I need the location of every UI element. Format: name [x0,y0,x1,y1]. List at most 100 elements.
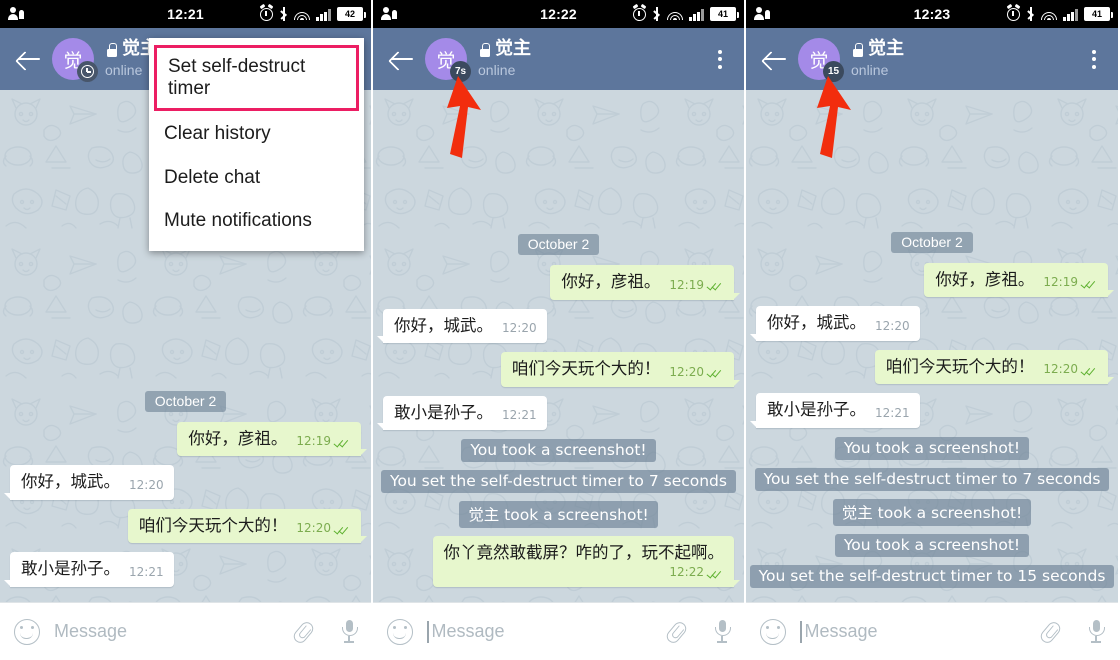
self-destruct-timer-badge[interactable] [77,61,98,82]
emoji-icon[interactable] [387,618,413,645]
message-input[interactable]: Message [427,620,664,643]
message-input[interactable]: Message [800,620,1038,643]
menu-item[interactable]: Clear history [149,112,364,156]
incoming-message-bubble[interactable]: 你好，城武。 12:20 [4,465,174,500]
message-text: 敢小是孙子。 [394,402,493,422]
lock-icon [478,42,491,57]
read-receipt-icon [708,367,724,377]
message-meta: 12:20 [875,319,910,334]
outgoing-message-bubble[interactable]: 你好，彦祖。 12:19 [177,421,367,457]
emoji-icon[interactable] [760,618,786,645]
service-message: 觉主 took a screenshot! [383,501,734,529]
message-text: 你好，彦祖。 [561,271,661,291]
incoming-message-bubble[interactable]: 敢小是孙子。 12:21 [377,395,547,431]
bluetooth-icon [1026,7,1035,21]
outgoing-message-bubble[interactable]: 你丫竟然敢截屏？咋的了，玩不起啊。 12:22 [432,536,740,587]
battery-indicator: 41 [1084,7,1113,21]
attachment-icon[interactable] [1038,619,1062,645]
outgoing-message-bubble[interactable]: 咱们今天玩个大的！ 12:20 [127,508,368,544]
service-message: You set the self-destruct timer to 7 sec… [381,470,736,494]
avatar[interactable]: 觉 15 [798,38,844,82]
read-receipt-icon [1082,277,1098,287]
chat-title-block[interactable]: 觉主 online [851,38,904,79]
message-timestamp: 12:20 [296,521,331,536]
outgoing-message-bubble[interactable]: 咱们今天玩个大的！ 12:20 [874,349,1115,385]
lock-icon [851,42,864,57]
menu-item[interactable]: Set self-destruct timer [154,45,359,111]
message-timestamp: 12:20 [129,477,164,492]
read-receipt-icon [335,436,351,446]
attachment-icon[interactable] [291,619,315,645]
message-meta: 12:22 [669,565,724,580]
alarm-icon [260,7,274,21]
message-list[interactable]: October 2 你好，彦祖。 12:19 你好，城武。 12:20 咱们今天玩个大的！… [373,90,744,602]
message-row: 你好，城武。 12:20 [750,306,1108,341]
self-destruct-timer-badge[interactable]: 7s [450,61,471,82]
avatar[interactable]: 觉 7s [425,38,471,82]
service-message: You took a screenshot! [383,439,734,463]
self-destruct-timer-badge[interactable]: 15 [823,61,844,82]
signal-icon [316,8,331,21]
message-meta: 12:20 [129,478,164,493]
message-timestamp: 12:19 [296,434,331,449]
message-input-placeholder: Message [431,621,505,641]
incoming-message-bubble[interactable]: 敢小是孙子。 12:21 [4,552,174,587]
message-meta: 12:21 [875,406,910,421]
chat-status: online [851,61,889,78]
microphone-icon[interactable] [341,619,358,645]
message-meta: 12:20 [669,365,724,380]
chat-header: 觉 7s 觉主 online [373,28,744,90]
message-stack: October 2 你好，彦祖。 12:19 你好，城武。 12:20 咱们今天玩个大的！… [4,385,368,597]
message-row: 你好，城武。 12:20 [4,465,361,500]
message-input[interactable]: Message [54,621,291,642]
message-stack: October 2 你好，彦祖。 12:19 你好，城武。 12:20 咱们今天玩个大的！… [377,228,741,596]
emoji-icon[interactable] [14,618,40,645]
attachment-icon[interactable] [664,619,688,645]
microphone-icon[interactable] [1088,619,1105,645]
service-message-text: You set the self-destruct timer to 15 se… [749,565,1115,588]
overflow-menu-button[interactable] [710,46,730,72]
date-divider-label: October 2 [891,231,973,253]
message-meta: 12:19 [296,434,351,449]
service-message-text: You took a screenshot! [834,534,1030,557]
back-button[interactable] [387,44,417,74]
menu-item[interactable]: Delete chat [149,156,364,200]
message-list[interactable]: October 2 你好，彦祖。 12:19 你好，城武。 12:20 咱们今天玩个大的！… [746,90,1118,602]
service-message: You set the self-destruct timer to 15 se… [749,565,1115,588]
chat-title-block[interactable]: 觉主 online [478,38,531,79]
outgoing-message-bubble[interactable]: 咱们今天玩个大的！ 12:20 [500,352,741,387]
message-row: 敢小是孙子。 12:21 [750,393,1108,428]
status-bar-icons: 41 [1007,7,1113,21]
microphone-icon[interactable] [714,619,731,645]
message-timestamp: 12:20 [669,364,704,379]
outgoing-message-bubble[interactable]: 你好，彦祖。 12:19 [550,264,740,300]
message-row: 咱们今天玩个大的！ 12:20 [756,349,1115,385]
overflow-dropdown-menu[interactable]: Set self-destruct timer Clear history Dele… [149,38,364,252]
read-receipt-icon [708,567,724,577]
avatar[interactable]: 觉 [52,38,98,82]
wifi-icon [667,8,684,20]
back-button[interactable] [760,44,790,74]
read-receipt-icon [335,523,351,533]
message-text: 你好，彦祖。 [188,428,288,448]
message-composer: Message [373,602,744,660]
overflow-menu-button[interactable] [1084,46,1104,72]
menu-item[interactable]: Mute notifications [149,199,364,243]
message-text: 你好，彦祖。 [935,269,1035,289]
message-stack: October 2 你好，彦祖。 12:19 你好，城武。 12:20 咱们今天玩个大的！… [749,226,1115,597]
outgoing-message-bubble[interactable]: 你好，彦祖。 12:19 [924,262,1114,298]
status-bar-icons: 42 [260,7,366,21]
chat-title-row: 觉主 [478,38,531,60]
date-divider-label: October 2 [517,233,600,255]
message-timestamp: 12:20 [502,321,537,336]
incoming-message-bubble[interactable]: 敢小是孙子。 12:21 [750,393,920,428]
message-timestamp: 12:19 [1043,275,1078,290]
incoming-message-bubble[interactable]: 你好，城武。 12:20 [377,308,547,344]
alarm-icon [633,7,647,21]
message-timestamp: 12:21 [502,408,537,423]
incoming-message-bubble[interactable]: 你好，城武。 12:20 [750,306,920,341]
back-button[interactable] [14,44,44,74]
message-row: 你好，彦祖。 12:19 [10,421,367,457]
bluetooth-icon [652,7,661,21]
chat-title-row: 觉主 [851,38,904,60]
